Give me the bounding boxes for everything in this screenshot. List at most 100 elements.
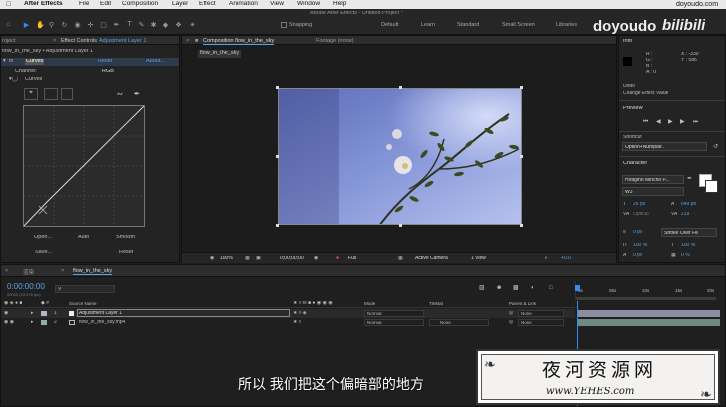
clone-tool-icon[interactable]: ✱ [149,21,158,29]
rotate-tool-icon[interactable]: ↻ [60,21,69,29]
exposure-value[interactable]: +0.0 [561,256,571,261]
last-frame-icon[interactable]: ⏭ [693,119,698,125]
viewer-timecode[interactable]: 0;00;00;00 [280,256,304,261]
eraser-tool-icon[interactable]: ◆ [161,21,170,29]
zoom-dropdown[interactable]: 100% [220,256,233,261]
visibility-icon[interactable]: ◉ [4,311,8,316]
kerning-value[interactable]: Optical [633,212,649,217]
menu-help[interactable]: Help [333,1,346,8]
smooth-button[interactable]: Smooth [116,235,135,241]
font-style-dropdown[interactable]: W3 [622,187,684,196]
first-frame-icon[interactable]: ⏮ [643,119,648,125]
roto-tool-icon[interactable]: ❖ [174,21,183,29]
workspace-default[interactable]: Default [381,22,398,28]
table-row[interactable]: ◉ ◉ ▸ 2 flow_in_the_sky.mp4 ★ ◊ Normal N… [1,318,575,327]
rectangle-tool-icon[interactable]: ▢ [99,21,108,29]
workspace-learn[interactable]: Learn [421,22,435,28]
zoom-tool-icon[interactable]: ⚲ [47,21,56,29]
layer-bar-adjustment[interactable] [578,310,720,317]
shortcut-dropdown[interactable]: Option+Numpad . [622,142,707,151]
reset-button[interactable]: Reset [119,250,133,256]
vertical-scale-value[interactable]: 100 % [633,243,647,248]
pen-tool-icon[interactable]: ✒ [112,21,121,29]
layer-switches[interactable]: ★ ◊ [293,320,301,325]
menu-edit[interactable]: Edit [100,1,111,8]
effect-reset-link[interactable]: Reset [98,59,112,65]
region-icon[interactable]: ▣ [256,256,261,261]
resolution-dropdown[interactable]: Full [348,256,356,261]
pan-tool-icon[interactable]: ✛ [86,21,95,29]
selection-tool-icon[interactable]: ▶ [22,21,31,29]
mask-icon[interactable]: ◉ [210,256,214,261]
font-size-value[interactable]: 26 px [633,202,645,207]
stroke-type-dropdown[interactable]: Stroke Over Fill [661,228,717,237]
chevron-down-icon[interactable]: ▾ [3,59,6,65]
save-button[interactable]: Save... [35,250,52,256]
hand-tool-icon[interactable]: ✋ [36,21,45,29]
timeline-timecode[interactable]: 0:00:00:00 [7,283,45,291]
puppet-tool-icon[interactable]: ✴ [188,21,197,29]
frame-blend-icon[interactable]: ▩ [513,285,519,291]
table-row[interactable]: ◉ ▸ 1 Adjustment Layer 1 ★ ◊ ◈ Normal ◎ … [1,309,575,318]
lock-icon[interactable]: ■ [195,38,198,44]
layer-switches[interactable]: ★ ◊ ◈ [293,311,307,316]
stroke-color-swatch[interactable] [705,180,718,193]
baseline-value[interactable]: 0 px [633,253,642,258]
camera-tool-icon[interactable]: ◉ [73,21,82,29]
app-menu[interactable]: After Effects [24,1,63,8]
exposure-icon[interactable]: ◑ [544,256,547,261]
time-ruler[interactable]: 0s 05s 10s 15s 20s [575,281,719,301]
transform-handle[interactable] [520,86,523,89]
open-button[interactable]: Open... [34,235,52,241]
menu-animation[interactable]: Animation [229,1,258,8]
tracking-value[interactable]: 219 [681,212,689,217]
parent-dropdown[interactable]: None [518,310,564,317]
tab-project[interactable]: roject [2,38,15,44]
auto-button[interactable]: Auto [78,235,89,241]
expand-icon[interactable]: ▸ [31,320,34,325]
snapping-checkbox[interactable] [281,22,287,28]
curves-toggle-icon[interactable]: ▾◯ [9,77,18,83]
menu-effect[interactable]: Effect [199,1,216,8]
home-icon[interactable]: ⌂ [4,21,13,29]
close-icon[interactable]: × [53,38,56,44]
label-color-swatch[interactable] [41,311,47,316]
tab-effect-controls[interactable]: Effect Controls [61,38,97,44]
menu-view[interactable]: View [270,1,284,8]
close-icon[interactable]: × [61,268,64,274]
trkmat-dropdown[interactable]: None [429,319,489,326]
tab-footage[interactable]: Footage (none) [316,38,354,44]
transparency-icon[interactable]: ▦ [398,256,403,261]
curve-smooth-icon[interactable]: ∾ [117,91,123,98]
tab-composition[interactable]: Composition flow_in_the_sky [203,38,275,45]
channel-dropdown[interactable]: RGB [102,69,114,75]
transform-handle[interactable] [276,155,279,158]
type-tool-icon[interactable]: T [125,21,134,29]
graph-editor-icon[interactable]: □ [549,285,553,291]
comp-subtab[interactable]: flow_in_the_sky [198,50,242,58]
stroke-width-value[interactable]: 0 px [633,230,642,235]
curve-resize-icon[interactable] [61,88,73,100]
camera-dropdown[interactable]: Active Camera [415,256,448,261]
transform-handle[interactable] [399,224,402,227]
apple-icon[interactable]:  [6,1,11,8]
transform-handle[interactable] [399,86,402,89]
close-icon[interactable]: × [5,268,8,274]
composition-frame[interactable] [278,88,522,225]
work-area-bar[interactable] [576,297,716,300]
visibility-icon[interactable]: ◉ ◉ [4,320,14,325]
pencil-icon[interactable]: ✒ [134,91,140,98]
label-color-swatch[interactable] [41,320,47,325]
parent-dropdown[interactable]: None [518,319,564,326]
layer-name-field[interactable]: Adjustment Layer 1 [77,309,290,317]
tab-effect-controls-layer[interactable]: Adjustment Layer 1 [99,38,146,44]
horizontal-scale-value[interactable]: 100 % [681,243,695,248]
color-channel-icon[interactable]: ● [336,256,339,261]
effect-about-link[interactable]: About... [146,59,165,65]
curve-box-tool-icon[interactable] [44,88,58,100]
close-icon[interactable]: × [186,38,189,44]
eyedropper-icon[interactable]: ✒ [687,176,692,182]
curves-graph[interactable] [23,105,145,227]
loop-icon[interactable]: ↺ [713,144,718,150]
leading-value[interactable]: 649 px [681,202,696,207]
